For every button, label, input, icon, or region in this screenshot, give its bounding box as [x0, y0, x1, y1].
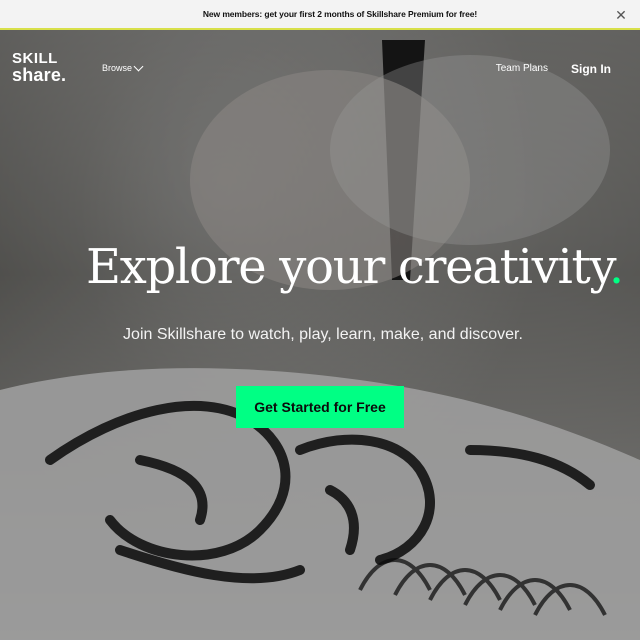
- hero-subtitle: Join Skillshare to watch, play, learn, m…: [123, 326, 523, 343]
- hero-title-text: Explore your creativity: [86, 239, 610, 295]
- sign-in-button[interactable]: Sign In: [560, 54, 622, 84]
- browse-dropdown[interactable]: Browse: [102, 61, 144, 73]
- chevron-down-icon: [133, 61, 144, 72]
- logo-line-2: share.: [12, 64, 67, 85]
- hero-title: Explore your creativity.: [86, 236, 624, 298]
- skillshare-logo[interactable]: SKILL share.: [12, 48, 76, 88]
- browse-label: Browse: [102, 63, 133, 73]
- announcement-text[interactable]: New members: get your first 2 months of …: [203, 9, 477, 19]
- close-icon[interactable]: ✕: [612, 6, 630, 24]
- get-started-button[interactable]: Get Started for Free: [236, 386, 404, 428]
- team-plans-link[interactable]: Team Plans: [496, 63, 548, 74]
- hero-title-dot: .: [608, 239, 624, 295]
- site-header: SKILL share. Browse Team Plans Sign In: [0, 30, 640, 100]
- announcement-bar: New members: get your first 2 months of …: [0, 0, 640, 30]
